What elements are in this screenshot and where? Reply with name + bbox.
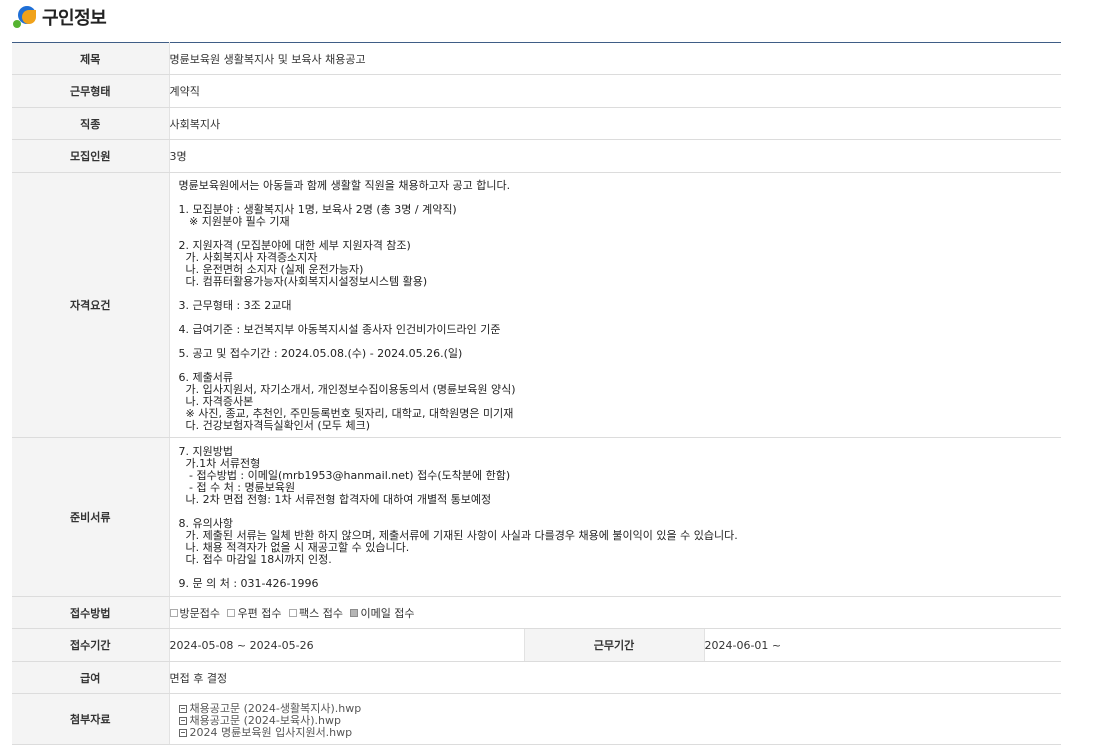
page-header: 구인정보 xyxy=(12,4,107,30)
apply-period-label: 접수기간 xyxy=(12,628,170,662)
headcount-value: 3명 xyxy=(169,139,1062,173)
salary-label: 급여 xyxy=(12,661,170,694)
apply-option-fax: 팩스 접수 xyxy=(288,605,343,621)
row-apply-method: 접수방법 방문접수 우편 접수 팩스 접수 이메일 접수 xyxy=(12,596,1062,629)
page-title: 구인정보 xyxy=(42,8,107,29)
documents-label: 준비서류 xyxy=(12,437,170,597)
attachment-link[interactable]: 2024 명륜보육원 입사지원서.hwp xyxy=(178,727,1062,739)
apply-option-mail: 우편 접수 xyxy=(227,605,281,621)
documents-text: 7. 지원방법 가.1차 서류전형 - 접수방법 : 이메일(mrb1953@h… xyxy=(178,444,738,590)
work-period-value: 2024-06-01 ~ xyxy=(704,628,1062,662)
row-employment-type: 근무형태 계약직 xyxy=(12,74,1062,108)
apply-period-value: 2024-05-08 ~ 2024-05-26 xyxy=(169,628,524,662)
row-period: 접수기간 2024-05-08 ~ 2024-05-26 근무기간 2024-0… xyxy=(12,628,1062,662)
file-icon xyxy=(178,717,187,725)
apply-method-options: 방문접수 우편 접수 팩스 접수 이메일 접수 xyxy=(169,596,1062,629)
apply-method-label: 접수방법 xyxy=(12,596,170,629)
attachments-label: 첨부자료 xyxy=(12,693,170,745)
checkbox-icon xyxy=(288,608,297,617)
checkbox-checked-icon xyxy=(350,608,359,617)
job-type-value: 사회복지사 xyxy=(169,107,1062,140)
file-icon xyxy=(178,705,187,713)
row-qualifications: 자격요건 명륜보육원에서는 아동들과 함께 생활할 직원을 채용하고자 공고 합… xyxy=(12,172,1062,438)
row-salary: 급여 면접 후 결정 xyxy=(12,661,1062,694)
headcount-label: 모집인원 xyxy=(12,139,170,173)
qualifications-label: 자격요건 xyxy=(12,172,170,438)
subject-label: 제목 xyxy=(12,42,170,75)
employment-type-value: 계약직 xyxy=(169,74,1062,108)
job-info-table: 제목 명륜보육원 생활복지사 및 보육사 채용공고 근무형태 계약직 직종 사회… xyxy=(12,42,1062,745)
row-job-type: 직종 사회복지사 xyxy=(12,107,1062,140)
logo-icon xyxy=(12,5,38,29)
row-headcount: 모집인원 3명 xyxy=(12,139,1062,173)
employment-type-label: 근무형태 xyxy=(12,74,170,108)
row-documents: 준비서류 7. 지원방법 가.1차 서류전형 - 접수방법 : 이메일(mrb1… xyxy=(12,437,1062,597)
checkbox-icon xyxy=(227,608,236,617)
apply-option-email: 이메일 접수 xyxy=(350,605,415,621)
job-type-label: 직종 xyxy=(12,107,170,140)
apply-option-visit: 방문접수 xyxy=(169,605,220,621)
file-icon xyxy=(178,729,187,737)
row-subject: 제목 명륜보육원 생활복지사 및 보육사 채용공고 xyxy=(12,42,1062,75)
qualifications-text: 명륜보육원에서는 아동들과 함께 생활할 직원을 채용하고자 공고 합니다. 1… xyxy=(178,178,516,432)
checkbox-icon xyxy=(169,608,178,617)
attachment-list: 채용공고문 (2024-생활복지사).hwp 채용공고문 (2024-보육사).… xyxy=(170,697,1062,741)
subject-value: 명륜보육원 생활복지사 및 보육사 채용공고 xyxy=(169,42,1062,75)
work-period-label: 근무기간 xyxy=(523,628,705,662)
salary-value: 면접 후 결정 xyxy=(169,661,1062,694)
row-attachments: 첨부자료 채용공고문 (2024-생활복지사).hwp 채용공고문 (2024-… xyxy=(12,693,1062,745)
